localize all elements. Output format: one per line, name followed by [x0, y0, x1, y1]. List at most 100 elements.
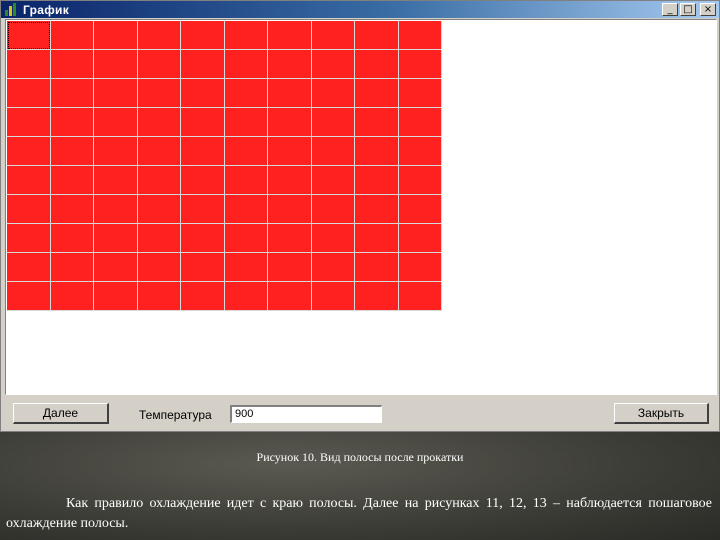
- strip-cell[interactable]: [94, 50, 138, 79]
- strip-cell[interactable]: [94, 166, 138, 195]
- strip-cell[interactable]: [181, 224, 225, 253]
- strip-cell[interactable]: [137, 253, 181, 282]
- strip-cell[interactable]: [268, 79, 312, 108]
- strip-cell[interactable]: [181, 195, 225, 224]
- strip-cell[interactable]: [94, 137, 138, 166]
- strip-cell[interactable]: [7, 253, 51, 282]
- strip-cell[interactable]: [94, 253, 138, 282]
- strip-cell[interactable]: [311, 224, 355, 253]
- strip-cell[interactable]: [311, 282, 355, 311]
- strip-cell[interactable]: [181, 282, 225, 311]
- strip-cell[interactable]: [181, 21, 225, 50]
- strip-cell[interactable]: [50, 21, 94, 50]
- strip-cell[interactable]: [224, 166, 268, 195]
- strip-cell[interactable]: [224, 79, 268, 108]
- strip-cell[interactable]: [355, 166, 399, 195]
- temperature-input[interactable]: 900: [230, 405, 382, 423]
- strip-cell[interactable]: [181, 79, 225, 108]
- strip-cell[interactable]: [398, 253, 442, 282]
- strip-cell[interactable]: [50, 253, 94, 282]
- strip-cell[interactable]: [224, 21, 268, 50]
- strip-cell[interactable]: [355, 50, 399, 79]
- strip-cell[interactable]: [398, 108, 442, 137]
- minimize-button[interactable]: _: [662, 3, 678, 16]
- strip-cell[interactable]: [268, 195, 312, 224]
- next-button[interactable]: Далее: [13, 403, 109, 424]
- strip-cell[interactable]: [355, 137, 399, 166]
- strip-cell[interactable]: [7, 21, 51, 50]
- strip-cell[interactable]: [50, 166, 94, 195]
- strip-cell[interactable]: [7, 50, 51, 79]
- strip-cell[interactable]: [50, 108, 94, 137]
- strip-cell[interactable]: [50, 224, 94, 253]
- strip-cell[interactable]: [181, 253, 225, 282]
- strip-cell[interactable]: [311, 108, 355, 137]
- strip-cell[interactable]: [94, 21, 138, 50]
- strip-cell[interactable]: [398, 137, 442, 166]
- strip-cell[interactable]: [224, 50, 268, 79]
- strip-cell[interactable]: [311, 21, 355, 50]
- strip-cell[interactable]: [181, 166, 225, 195]
- strip-cell[interactable]: [50, 282, 94, 311]
- close-button[interactable]: Закрыть: [614, 403, 709, 424]
- strip-cell[interactable]: [224, 282, 268, 311]
- strip-cell[interactable]: [268, 224, 312, 253]
- strip-cell[interactable]: [181, 50, 225, 79]
- strip-cell[interactable]: [268, 166, 312, 195]
- strip-cell[interactable]: [355, 108, 399, 137]
- strip-cell[interactable]: [355, 79, 399, 108]
- strip-cell[interactable]: [7, 108, 51, 137]
- strip-cell[interactable]: [137, 282, 181, 311]
- strip-cell[interactable]: [398, 224, 442, 253]
- strip-cell[interactable]: [50, 79, 94, 108]
- strip-cell[interactable]: [7, 166, 51, 195]
- strip-cell[interactable]: [268, 282, 312, 311]
- strip-cell[interactable]: [355, 282, 399, 311]
- maximize-button[interactable]: □: [680, 3, 696, 16]
- strip-cell[interactable]: [137, 50, 181, 79]
- strip-cell[interactable]: [398, 79, 442, 108]
- strip-cell[interactable]: [398, 282, 442, 311]
- strip-cell[interactable]: [137, 21, 181, 50]
- close-window-button[interactable]: ×: [700, 3, 716, 16]
- strip-cell[interactable]: [268, 21, 312, 50]
- strip-cell[interactable]: [181, 137, 225, 166]
- strip-cell[interactable]: [268, 137, 312, 166]
- strip-cell[interactable]: [224, 195, 268, 224]
- strip-cell[interactable]: [7, 282, 51, 311]
- strip-cell[interactable]: [94, 108, 138, 137]
- strip-cell[interactable]: [94, 282, 138, 311]
- strip-cell[interactable]: [50, 50, 94, 79]
- strip-cell[interactable]: [311, 166, 355, 195]
- strip-cell[interactable]: [355, 253, 399, 282]
- strip-cell[interactable]: [137, 166, 181, 195]
- strip-cell[interactable]: [137, 137, 181, 166]
- strip-cell[interactable]: [7, 137, 51, 166]
- strip-cell[interactable]: [311, 253, 355, 282]
- strip-cell[interactable]: [224, 253, 268, 282]
- strip-cell[interactable]: [94, 195, 138, 224]
- strip-cell[interactable]: [355, 21, 399, 50]
- strip-cell[interactable]: [181, 108, 225, 137]
- strip-cell[interactable]: [398, 21, 442, 50]
- strip-cell[interactable]: [355, 224, 399, 253]
- strip-cell[interactable]: [224, 108, 268, 137]
- strip-cell[interactable]: [7, 195, 51, 224]
- strip-cell[interactable]: [268, 108, 312, 137]
- strip-cell[interactable]: [311, 50, 355, 79]
- strip-cell[interactable]: [268, 253, 312, 282]
- strip-cell[interactable]: [311, 79, 355, 108]
- strip-cell[interactable]: [224, 224, 268, 253]
- strip-cell[interactable]: [137, 108, 181, 137]
- strip-cell[interactable]: [224, 137, 268, 166]
- strip-cell[interactable]: [355, 195, 399, 224]
- strip-cell[interactable]: [7, 79, 51, 108]
- strip-cell[interactable]: [398, 195, 442, 224]
- strip-cell[interactable]: [94, 79, 138, 108]
- strip-cell[interactable]: [50, 137, 94, 166]
- strip-cell[interactable]: [268, 50, 312, 79]
- strip-cell[interactable]: [311, 195, 355, 224]
- strip-cell[interactable]: [398, 50, 442, 79]
- strip-cell[interactable]: [137, 195, 181, 224]
- strip-cell[interactable]: [311, 137, 355, 166]
